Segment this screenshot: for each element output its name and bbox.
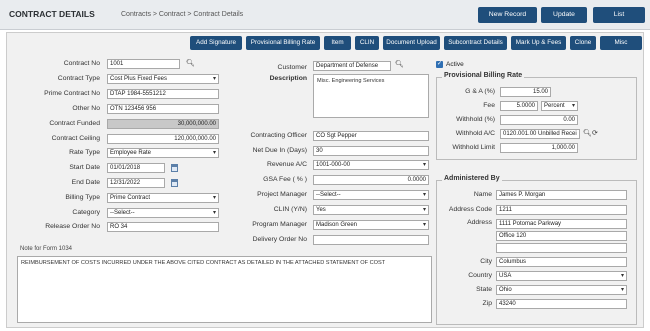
refresh-icon[interactable]: ⟳ <box>592 129 598 139</box>
breadcrumb: Contracts > Contract > Contract Details <box>121 11 244 18</box>
add-signature-button[interactable]: Add Signature <box>190 36 242 50</box>
document-upload-button[interactable]: Document Upload <box>383 36 440 50</box>
other-no-field[interactable]: OTN 123456 956 <box>107 104 219 114</box>
contract-ceiling-label: Contract Ceiling <box>51 135 100 142</box>
description-label: Description <box>269 75 307 82</box>
subcontract-details-button[interactable]: Subcontract Details <box>444 36 507 50</box>
revenue-ac-select[interactable]: 1001-000-00 <box>313 160 429 170</box>
note-textarea[interactable]: REIMBURSEMENT OF COSTS INCURRED UNDER TH… <box>17 256 432 323</box>
customer-field[interactable]: Department of Defense <box>313 61 391 71</box>
billing-rate-button[interactable]: Provisional Billing Rate <box>246 36 320 50</box>
contract-no-label: Contract No <box>63 60 100 67</box>
start-date-label: Start Date <box>69 164 100 171</box>
project-manager-label: Project Manager <box>257 191 307 198</box>
country-select[interactable]: USA <box>496 271 627 281</box>
item-button[interactable]: Item <box>324 36 351 50</box>
withhold-ac-field[interactable]: 0120.001.00 Unbilled Recei <box>500 129 580 139</box>
gsa-fee-field[interactable]: 0.0000 <box>313 175 429 185</box>
net-due-label: Net Due In (Days) <box>252 147 307 154</box>
contract-no-field[interactable]: 1001 <box>107 59 180 69</box>
prime-contract-label: Prime Contract No <box>44 90 100 97</box>
category-label: Category <box>72 209 100 216</box>
calendar-icon[interactable] <box>171 164 178 172</box>
update-button[interactable]: Update <box>541 7 587 23</box>
customer-label: Customer <box>277 64 307 71</box>
note-label: Note for Form 1034 <box>20 246 73 252</box>
other-no-label: Other No <box>72 105 100 112</box>
address-line2-field[interactable]: Office 120 <box>496 231 627 241</box>
ga-label: G & A (%) <box>465 88 495 95</box>
contract-type-label: Contract Type <box>57 75 100 82</box>
revenue-ac-label: Revenue A/C <box>266 161 307 168</box>
withhold-ac-label: Withhold A/C <box>455 130 495 137</box>
address-line3-field[interactable] <box>496 243 627 253</box>
address-code-label: Address Code <box>448 206 492 213</box>
gsa-fee-label: GSA Fee ( % ) <box>263 176 307 183</box>
misc-button[interactable]: Misc <box>600 36 642 50</box>
address-code-field[interactable]: 1211 <box>496 205 627 215</box>
project-manager-select[interactable]: --Select-- <box>313 190 429 200</box>
address-label: Address <box>467 219 492 226</box>
contract-funded-label: Contract Funded <box>49 120 100 127</box>
withhold-limit-field[interactable]: 1,000.00 <box>500 143 578 153</box>
program-manager-select[interactable]: Madison Green <box>313 220 429 230</box>
page-header: CONTRACT DETAILS Contracts > Contract > … <box>0 0 650 30</box>
zip-field[interactable]: 43240 <box>496 299 627 309</box>
contract-funded-field: 30,000,000.00 <box>107 119 219 129</box>
withhold-limit-label: Withhold Limit <box>452 144 495 151</box>
prime-contract-field[interactable]: DTAP 1984-5551212 <box>107 89 219 99</box>
end-date-field[interactable]: 12/31/2022 <box>107 178 165 188</box>
city-label: City <box>480 258 492 265</box>
clone-button[interactable]: Clone <box>570 36 596 50</box>
city-field[interactable]: Columbus <box>496 257 627 267</box>
address-line1-field[interactable]: 1111 Potomac Parkway <box>496 219 627 229</box>
name-field[interactable]: James P. Morgan <box>496 190 627 200</box>
search-icon[interactable]: 🔍︎ <box>583 129 592 139</box>
net-due-field[interactable]: 30 <box>313 146 429 156</box>
administered-by-legend: Administered By <box>442 175 502 182</box>
withhold-field[interactable]: 0.00 <box>500 115 578 125</box>
rate-type-label: Rate Type <box>69 149 100 156</box>
contracting-officer-label: Contracting Officer <box>250 132 307 139</box>
search-icon[interactable]: 🔍︎ <box>395 60 404 70</box>
calendar-icon[interactable] <box>171 179 178 187</box>
start-date-field[interactable]: 01/01/2018 <box>107 163 165 173</box>
billing-rate-legend: Provisional Billing Rate <box>442 72 525 79</box>
contract-ceiling-field[interactable]: 120,000,000.00 <box>107 134 219 144</box>
release-order-field[interactable]: RO 34 <box>107 222 219 232</box>
contracting-officer-field[interactable]: CO Sgt Pepper <box>313 131 429 141</box>
clin-button[interactable]: CLIN <box>355 36 379 50</box>
active-checkbox[interactable]: ✓ <box>436 61 443 68</box>
rate-type-select[interactable]: Employee Rate <box>107 148 219 158</box>
country-label: Country <box>468 272 492 279</box>
markup-fees-button[interactable]: Mark Up & Fees <box>511 36 566 50</box>
end-date-label: End Date <box>71 179 100 186</box>
new-record-button[interactable]: New Record <box>478 7 537 23</box>
delivery-order-field[interactable] <box>313 235 429 245</box>
release-order-label: Release Order No <box>45 223 100 230</box>
billing-type-label: Billing Type <box>65 194 100 201</box>
ga-field[interactable]: 15.00 <box>500 87 551 97</box>
withhold-label: Withhold (%) <box>456 116 495 123</box>
clin-yn-select[interactable]: Yes <box>313 205 429 215</box>
name-label: Name <box>473 191 492 198</box>
zip-label: Zip <box>482 300 492 307</box>
contract-type-select[interactable]: Cost Plus Fixed Fees <box>107 74 219 84</box>
fee-field[interactable]: 5.0000 <box>500 101 538 111</box>
page-title: CONTRACT DETAILS <box>9 9 95 19</box>
clin-yn-label: CLIN (Y/N) <box>273 206 307 213</box>
search-icon[interactable]: 🔍︎ <box>186 59 195 69</box>
fee-unit-select[interactable]: Percent <box>541 101 578 111</box>
description-textarea[interactable]: Misc. Engineering Services <box>313 74 429 118</box>
billing-type-select[interactable]: Prime Contract <box>107 193 219 203</box>
state-label: State <box>476 286 492 293</box>
category-select[interactable]: --Select-- <box>107 208 219 218</box>
program-manager-label: Program Manager <box>252 221 307 228</box>
active-label: Active <box>446 61 464 68</box>
delivery-order-label: Delivery Order No <box>252 236 307 243</box>
list-button[interactable]: List <box>593 7 645 23</box>
state-select[interactable]: Ohio <box>496 285 627 295</box>
fee-label: Fee <box>483 102 495 109</box>
